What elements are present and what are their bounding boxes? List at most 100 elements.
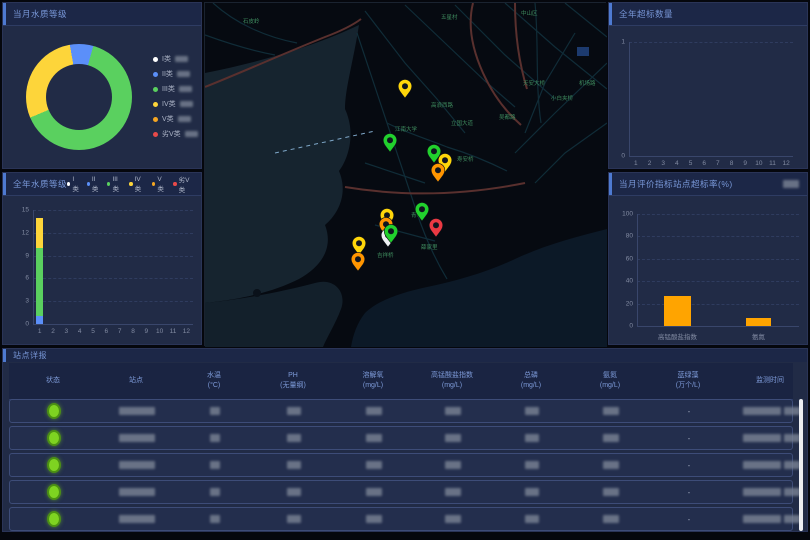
table-cell [98,407,176,415]
redacted-time [784,515,800,523]
table-cell [334,461,414,469]
column-label: 溶解氧 [363,372,384,380]
redacted-value [366,488,382,496]
y-axis-tick: 80 [626,233,637,240]
table-column-header: 氨氮(mg/L) [571,372,649,390]
gridline [33,210,193,211]
exceed-rate-bar-chart[interactable]: 020406080100高锰酸盐指数氨氮 [609,196,807,345]
gridline [637,304,799,305]
table-column-header: 溶解氧(mg/L) [333,372,413,390]
panel-year-quality: 全年水质等级 I类II类III类IV类V类劣V类 036912151234567… [2,172,202,345]
map[interactable]: 石皮岭五星村中山区天安大桥机场路小白夹桥高浪西路吴都路立国大道江南大学寿安桥青屿… [204,2,606,346]
rate-bar[interactable] [746,318,771,326]
column-unit: (°C) [208,382,221,390]
legend-item[interactable]: III类 [153,84,198,94]
stacked-bar-segment[interactable] [36,218,43,248]
redacted-value [445,488,461,496]
legend-item[interactable]: II类 [87,176,101,193]
legend-label: 劣V类 [162,129,181,139]
table-cell [572,488,650,496]
panel-action-redacted[interactable] [783,180,799,188]
panel-title: 全年超标数量 [619,8,673,20]
algae-value: - [688,515,691,524]
legend-item[interactable]: IV类 [129,176,145,193]
table-cell [572,407,650,415]
redacted-value [366,434,382,442]
table-row[interactable]: - [9,453,793,477]
stacked-bar-chart[interactable]: 03691215123456789101112 [3,196,201,345]
gridline [33,301,193,302]
map-place-label: 天安大桥 [523,79,546,87]
table-cell [254,488,334,496]
legend-item[interactable]: II类 [153,69,198,79]
column-unit: (mg/L) [442,382,462,390]
table-row[interactable]: - [9,399,793,423]
gridline [637,259,799,260]
panel-month-quality: 当月水质等级 I类 II类 III类 IV类 V类劣V类 [2,2,202,169]
x-axis-tick: 5 [91,328,95,335]
stacked-bar-segment[interactable] [36,248,43,316]
redacted-value [603,407,619,415]
legend-value-redacted [175,56,188,62]
redacted-value [119,488,155,496]
x-axis-tick: 3 [661,160,665,167]
redacted-value [287,488,301,496]
map-pin-center [388,228,394,234]
legend-dot [107,182,110,186]
legend-label: IV类 [162,99,176,109]
line-chart[interactable]: 01123456789101112 [609,26,807,169]
panel-header: 当月评价指标站点超标率(%) [609,173,807,196]
map-place-label: 五星村 [441,13,458,21]
table-row[interactable]: - [9,507,793,531]
stacked-bar-segment[interactable] [36,316,43,324]
x-axis-tick: 高锰酸盐指数 [658,331,697,341]
redacted-value [445,407,461,415]
table-cell [414,434,492,442]
panel-station-table: 站点详报 状态站点水温(°C)PH(无量纲)溶解氧(mg/L)高锰酸盐指数(mg… [2,348,808,532]
rate-bar[interactable] [664,296,691,326]
x-axis-tick: 3 [65,328,69,335]
gridline [629,42,793,43]
table-row[interactable]: - [9,426,793,450]
table-cell [728,488,810,496]
gridline [637,236,799,237]
table-row[interactable]: - [9,480,793,504]
status-dot-normal [47,430,61,446]
x-axis-tick: 氨氮 [752,331,765,341]
table-cell: - [650,488,728,497]
redacted-value [525,515,539,523]
column-label: 站点 [129,377,143,385]
water-quality-dashboard: { "panels": { "month_quality": {"title":… [0,0,810,540]
table-scrollbar[interactable] [799,399,803,531]
map-canvas[interactable]: 石皮岭五星村中山区天安大桥机场路小白夹桥高浪西路吴都路立国大道江南大学寿安桥青屿… [205,3,607,347]
legend-item[interactable]: I类 [67,176,80,193]
legend-item[interactable]: III类 [107,176,122,193]
legend-item[interactable]: I类 [153,54,198,64]
table-column-header: 状态 [9,377,97,385]
table-cell [176,434,254,442]
panel-title: 当月水质等级 [13,8,67,20]
table-cell [176,488,254,496]
table-cell [176,515,254,523]
legend-item[interactable]: 劣V类 [153,129,198,139]
x-axis-tick: 5 [689,160,693,167]
legend-item[interactable]: V类 [152,176,166,193]
table-cell [334,407,414,415]
status-dot-normal [47,457,61,473]
legend-label: I类 [162,54,171,64]
redacted-date [743,434,781,442]
algae-value: - [688,461,691,470]
legend-item[interactable]: IV类 [153,99,198,109]
bar-legend: I类 II类 III类 IV类 V类劣V类 [67,174,193,194]
redacted-value [445,434,461,442]
legend-item[interactable]: V类 [153,114,198,124]
column-label: 总磷 [524,372,538,380]
y-axis-line [629,42,630,156]
legend-label: II类 [92,176,100,193]
legend-item[interactable]: 劣V类 [173,174,193,194]
redacted-date [743,461,781,469]
table-column-header: 高锰酸盐指数(mg/L) [413,372,491,390]
redacted-value [525,407,539,415]
table-column-header: 水温(°C) [175,372,253,390]
x-axis-tick: 4 [78,328,82,335]
